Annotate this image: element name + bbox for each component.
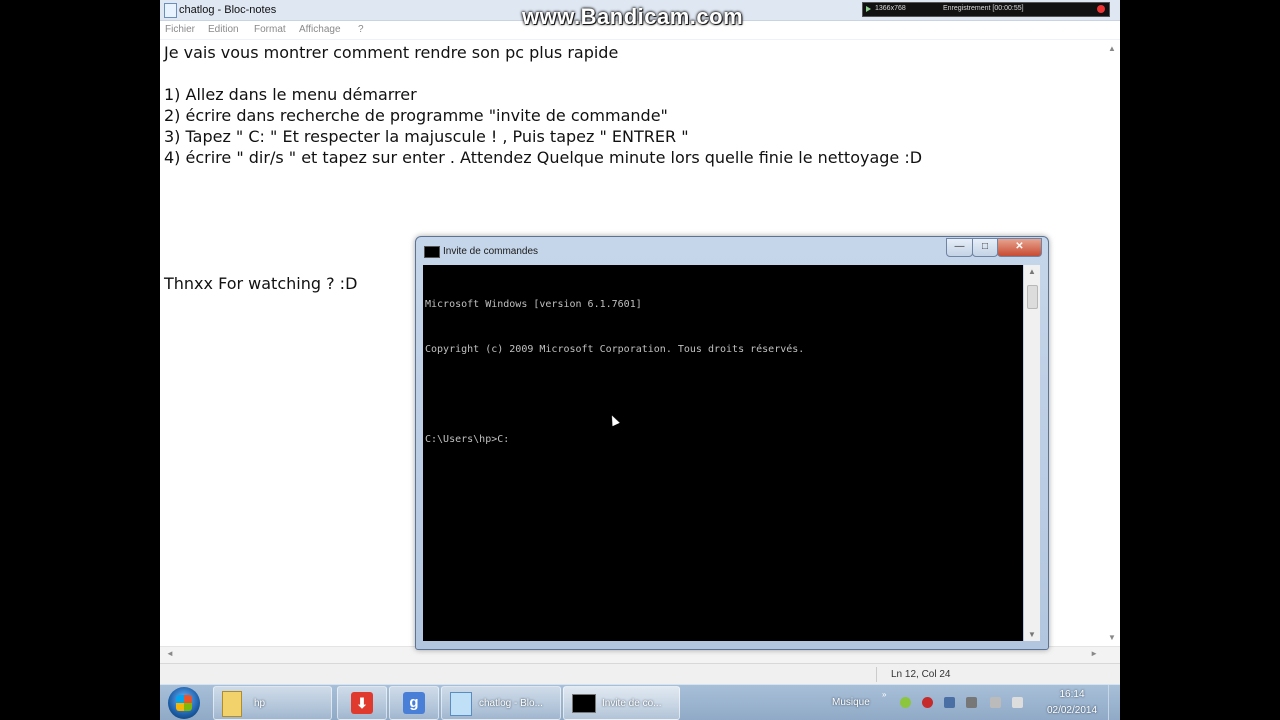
taskbar-item-notepad[interactable]: chatlog - Blo... [441,686,561,720]
cmd-titlebar[interactable]: Invite de commandes — □ ✕ [416,237,1048,263]
notepad-icon [164,3,177,18]
folder-icon [222,691,242,717]
download-icon: ⬇ [351,692,373,714]
scroll-down-arrow-icon[interactable]: ▼ [1028,630,1036,639]
close-button[interactable]: ✕ [997,238,1042,257]
taskbar-item-hp-folder[interactable]: hp [213,686,332,720]
cmd-output: Microsoft Windows [version 6.1.7601] Cop… [425,267,804,477]
windows-logo-icon [176,695,192,711]
scroll-left-arrow-icon[interactable]: ◄ [166,649,174,658]
menu-fichier[interactable]: Fichier [165,24,195,35]
cmd-icon [572,694,596,713]
text-line-thanks: Thnxx For watching ? :D [164,274,358,293]
network-icon[interactable] [1012,697,1023,708]
menu-affichage[interactable]: Affichage [299,24,341,35]
tray-music-toolbar[interactable]: Musique [832,697,870,708]
notepad-icon [450,692,472,716]
taskbar-item-label: chatlog - Blo... [479,698,543,709]
text-line-step-1: 1) Allez dans le menu démarrer [164,85,417,104]
taskbar-item-google[interactable]: g [389,686,439,720]
cmd-line-blank [425,387,804,402]
tray-app-icon[interactable] [944,697,955,708]
cmd-line-version: Microsoft Windows [version 6.1.7601] [425,299,642,310]
text-line-step-4: 4) écrire " dir/s " et tapez sur enter .… [164,148,923,167]
notepad-vertical-scrollbar[interactable]: ▲ ▼ [1103,40,1120,646]
clock-date[interactable]: 02/02/2014 [1042,705,1102,716]
clock-time[interactable]: 16:14 [1050,689,1094,700]
scroll-down-arrow-icon[interactable]: ▼ [1108,633,1116,642]
google-icon: g [403,692,425,714]
maximize-button[interactable]: □ [972,238,998,257]
menu-help[interactable]: ? [358,24,364,35]
desktop-screen: chatlog - Bloc-notes Fichier Edition For… [160,0,1120,720]
text-line-step-2: 2) écrire dans recherche de programme "i… [164,106,668,125]
scroll-up-arrow-icon[interactable]: ▲ [1108,44,1116,53]
tray-record-icon[interactable] [922,697,933,708]
recording-resolution: 1366x768 [875,5,906,12]
notepad-title: chatlog - Bloc-notes [179,4,277,16]
start-button[interactable] [168,687,200,719]
cmd-title: Invite de commandes [443,246,539,257]
bandicam-watermark: www.Bandicam.com [522,4,744,29]
taskbar: hp ⬇ g chatlog - Blo... Invite de co... … [160,684,1120,720]
bandicam-recording-bar: 1366x768 Enregistrement [00:00:55] [862,2,1110,17]
cmd-vertical-scrollbar[interactable]: ▲ ▼ [1024,265,1040,641]
cmd-icon [424,246,440,258]
taskbar-item-cmd[interactable]: Invite de co... [563,686,680,720]
record-play-icon [866,6,871,12]
minimize-button[interactable]: — [946,238,973,257]
menu-format[interactable]: Format [254,24,286,35]
notepad-statusbar: Ln 12, Col 24 [160,663,1120,685]
tray-flag-icon[interactable] [966,697,977,708]
taskbar-item-download[interactable]: ⬇ [337,686,387,720]
scrollbar-thumb[interactable] [1027,285,1038,309]
cmd-prompt-line[interactable]: C:\Users\hp>C: [425,432,804,447]
show-desktop-button[interactable] [1108,685,1120,720]
chevron-up-icon[interactable]: » [882,690,886,699]
taskbar-item-label: hp [254,698,266,709]
recording-timer: Enregistrement [00:00:55] [943,5,1024,12]
scroll-right-arrow-icon[interactable]: ► [1090,649,1098,658]
tray-app-icon[interactable] [900,697,911,708]
cmd-window[interactable]: Invite de commandes — □ ✕ Microsoft Wind… [415,236,1049,650]
taskbar-item-label: Invite de co... [602,698,662,709]
record-stop-icon[interactable] [1097,5,1105,13]
text-line-step-3: 3) Tapez " C: " Et respecter la majuscul… [164,127,689,146]
cursor-position: Ln 12, Col 24 [891,669,951,680]
menu-edition[interactable]: Edition [208,24,239,35]
status-divider [876,667,877,682]
cmd-console[interactable]: Microsoft Windows [version 6.1.7601] Cop… [423,265,1023,641]
scroll-up-arrow-icon[interactable]: ▲ [1028,267,1036,276]
cmd-line-copyright: Copyright (c) 2009 Microsoft Corporation… [425,344,805,355]
volume-icon[interactable] [990,697,1001,708]
text-line-intro: Je vais vous montrer comment rendre son … [164,43,619,62]
